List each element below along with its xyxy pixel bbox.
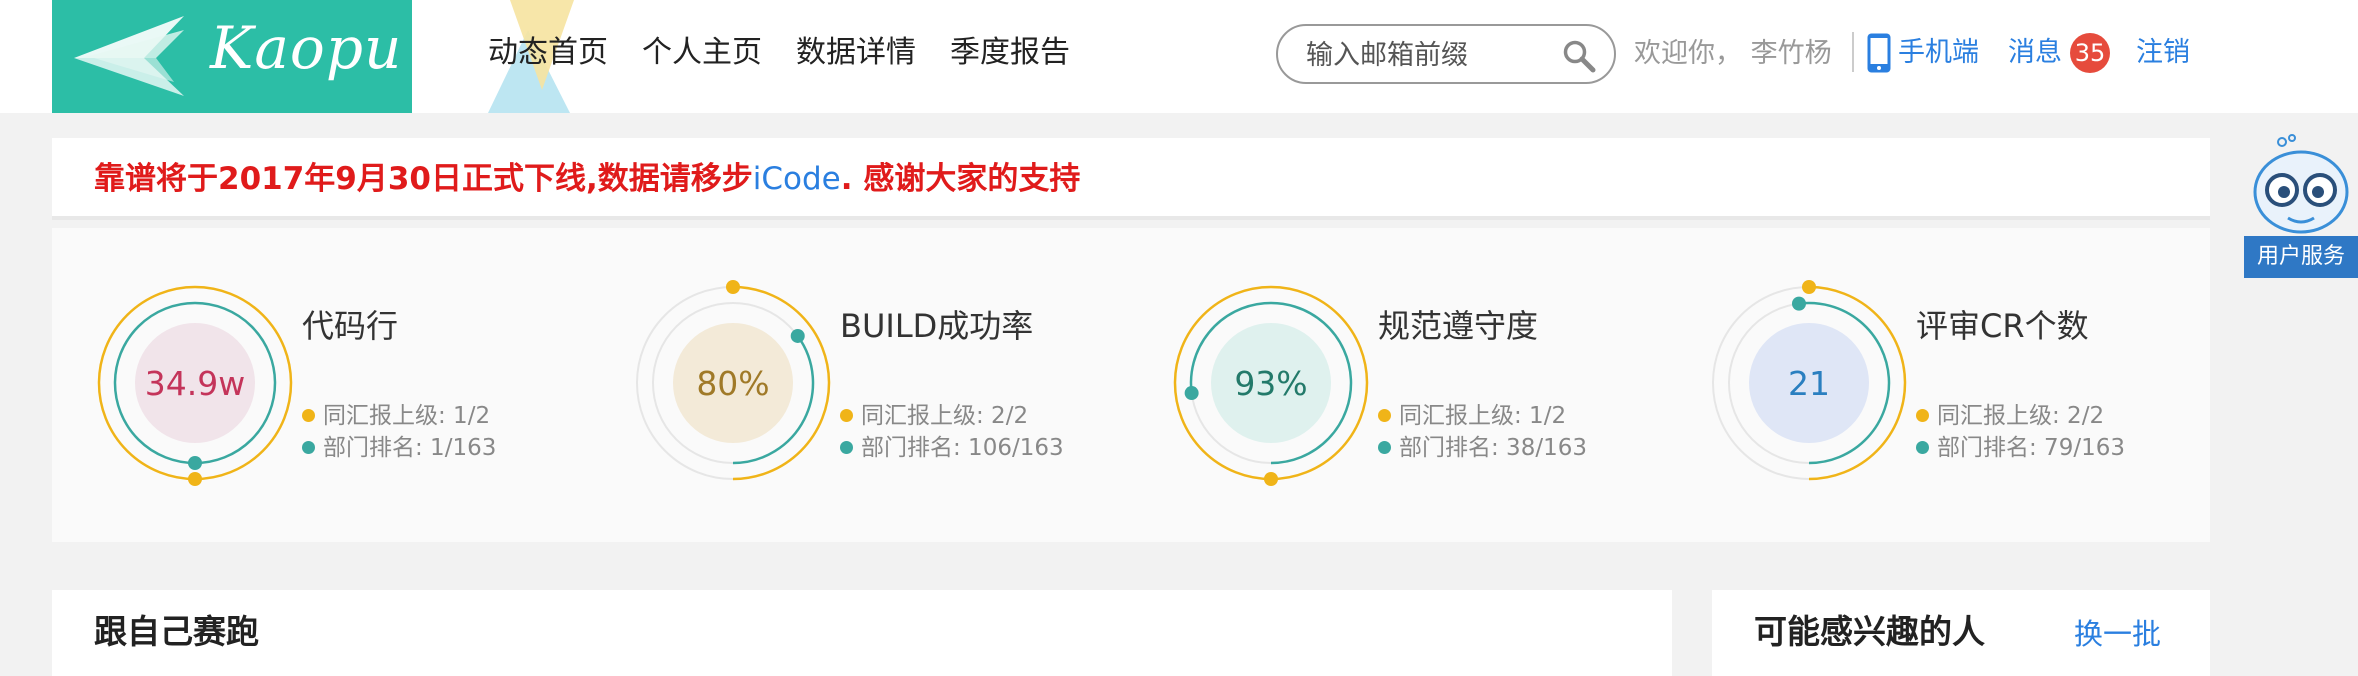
notice-text-after: . 感谢大家的支持 <box>840 161 1081 197</box>
mobile-phone-icon <box>1867 33 1891 73</box>
stat-superior-rank: 同汇报上级: 2/2 <box>840 400 1028 432</box>
notice-banner: 靠谱将于2017年9月30日正式下线,数据请移步iCode. 感谢大家的支持 <box>52 138 2210 220</box>
stat-value: 93% <box>1234 363 1308 403</box>
legend-dot-superior <box>302 409 315 422</box>
department-rank-text: 部门排名: 38/163 <box>1399 435 1587 461</box>
race-yourself-panel: 跟自己赛跑 <box>52 590 1672 676</box>
legend-dot-department <box>1378 441 1391 454</box>
search-input[interactable] <box>1306 38 1556 72</box>
department-rank-text: 部门排名: 79/163 <box>1937 435 2125 461</box>
stat-value: 21 <box>1788 363 1830 403</box>
stat-compliance: 93% 规范遵守度 同汇报上级: 1/2 部门排名: 38/163 <box>1128 228 1648 542</box>
stat-value: 34.9w <box>144 363 246 403</box>
people-title: 可能感兴趣的人 <box>1754 612 1985 651</box>
legend-dot-superior <box>1916 409 1929 422</box>
superior-rank-text: 同汇报上级: 2/2 <box>1937 403 2105 429</box>
stat-title: 评审CR个数 <box>1916 307 2089 345</box>
stat-build-success: 80% BUILD成功率 同汇报上级: 2/2 部门排名: 106/163 <box>590 228 1110 542</box>
welcome-text: 欢迎你， 李竹杨 <box>1634 38 1832 69</box>
stat-code-lines: 34.9w 代码行 同汇报上级: 1/2 部门排名: 1/163 <box>52 228 572 542</box>
superior-rank-text: 同汇报上级: 2/2 <box>861 403 1029 429</box>
notice-text-before: 靠谱将于2017年9月30日正式下线,数据请移步 <box>94 161 753 197</box>
stats-panel: 34.9w 代码行 同汇报上级: 1/2 部门排名: 1/163 80% BUI… <box>52 228 2210 542</box>
divider <box>1852 32 1854 72</box>
nav-quarter-report[interactable]: 季度报告 <box>950 30 1070 76</box>
stat-superior-rank: 同汇报上级: 1/2 <box>302 400 490 432</box>
stat-review-cr: 21 评审CR个数 同汇报上级: 2/2 部门排名: 79/163 <box>1666 228 2186 542</box>
stat-department-rank: 部门排名: 1/163 <box>302 432 496 464</box>
legend-dot-superior <box>1378 409 1391 422</box>
user-service-widget[interactable]: 用户服务 <box>2244 130 2358 278</box>
refresh-people-button[interactable]: 换一批 <box>2074 612 2161 656</box>
stat-title: BUILD成功率 <box>840 307 1034 345</box>
logo-wing-icon <box>74 16 184 96</box>
stat-superior-rank: 同汇报上级: 1/2 <box>1378 400 1566 432</box>
legend-dot-department <box>302 441 315 454</box>
superior-rank-text: 同汇报上级: 1/2 <box>323 403 491 429</box>
legend-dot-superior <box>840 409 853 422</box>
suggested-people-panel: 可能感兴趣的人 换一批 <box>1712 590 2210 676</box>
icode-link[interactable]: iCode <box>753 161 841 197</box>
legend-dot-department <box>1916 441 1929 454</box>
stat-superior-rank: 同汇报上级: 2/2 <box>1916 400 2104 432</box>
mobile-link[interactable]: 手机端 <box>1866 30 1979 76</box>
messages-label: 消息 <box>2008 37 2062 68</box>
stat-department-rank: 部门排名: 106/163 <box>840 432 1064 464</box>
nav-home[interactable]: 动态首页 <box>488 30 608 76</box>
user-service-label: 用户服务 <box>2244 236 2358 278</box>
logout-link[interactable]: 注销 <box>2136 30 2190 76</box>
search-icon[interactable] <box>1562 39 1596 73</box>
nav-profile[interactable]: 个人主页 <box>642 30 762 76</box>
notice-text: 靠谱将于2017年9月30日正式下线,数据请移步iCode. 感谢大家的支持 <box>94 156 1080 202</box>
stat-department-rank: 部门排名: 38/163 <box>1378 432 1587 464</box>
mobile-label: 手机端 <box>1898 37 1979 68</box>
robot-icon <box>2253 134 2349 234</box>
search-box <box>1276 24 1616 84</box>
superior-rank-text: 同汇报上级: 1/2 <box>1399 403 1567 429</box>
logo[interactable]: Kaopu <box>52 0 412 113</box>
stat-department-rank: 部门排名: 79/163 <box>1916 432 2125 464</box>
message-count-badge: 35 <box>2070 33 2110 73</box>
top-navbar: Kaopu 动态首页 个人主页 数据详情 季度报告 欢迎你， 李竹杨 手机端 消… <box>0 0 2358 113</box>
stat-title: 规范遵守度 <box>1378 307 1539 345</box>
nav-data-detail[interactable]: 数据详情 <box>796 30 916 76</box>
department-rank-text: 部门排名: 1/163 <box>323 435 497 461</box>
stat-value: 80% <box>696 363 770 403</box>
logo-wordmark: Kaopu <box>210 14 403 82</box>
stat-title: 代码行 <box>302 307 399 345</box>
messages-link[interactable]: 消息 35 <box>2008 30 2110 76</box>
legend-dot-department <box>840 441 853 454</box>
race-title: 跟自己赛跑 <box>94 612 259 651</box>
main-nav: 动态首页 个人主页 数据详情 季度报告 <box>488 30 1070 76</box>
department-rank-text: 部门排名: 106/163 <box>861 435 1064 461</box>
